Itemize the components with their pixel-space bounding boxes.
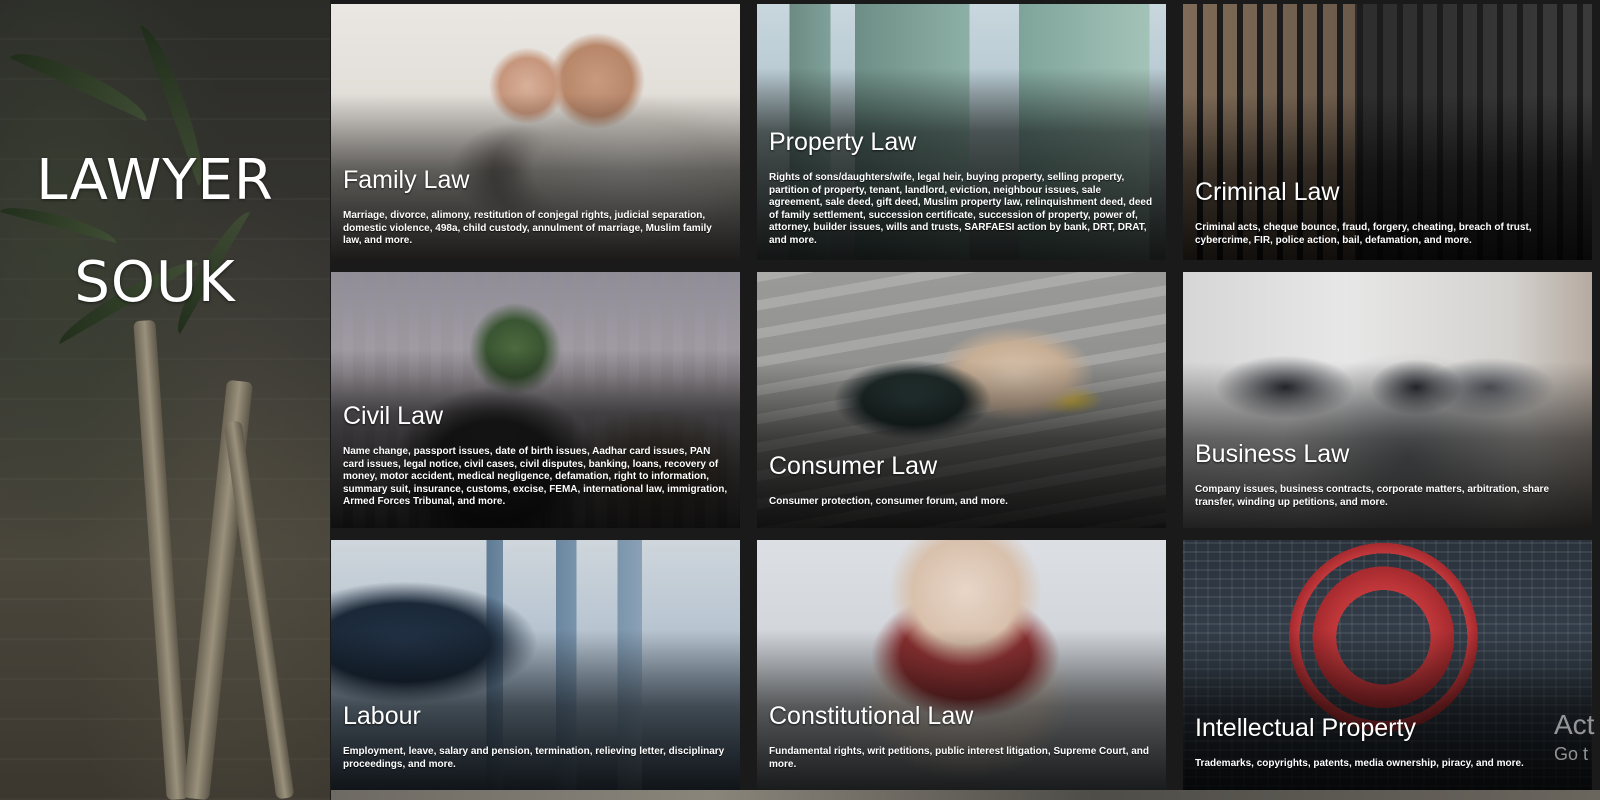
card-title: Intellectual Property: [1195, 714, 1416, 742]
plant-leaf: [10, 41, 154, 122]
card-description: Company issues, business contracts, corp…: [1195, 484, 1550, 508]
card-title: Family Law: [343, 166, 470, 194]
card-consumer-law[interactable]: Consumer Law Consumer protection, consum…: [757, 272, 1166, 528]
brand-panel: LAWYER SOUK: [0, 0, 330, 800]
card-description: Employment, leave, salary and pension, t…: [343, 746, 725, 770]
brand-title-line1: LAWYER: [36, 148, 274, 213]
card-description: Marriage, divorce, alimony, restitution …: [343, 210, 712, 246]
card-description: Criminal acts, cheque bounce, fraud, for…: [1195, 222, 1532, 246]
next-row-strip: [331, 790, 1600, 800]
card-labour[interactable]: Labour Employment, leave, salary and pen…: [331, 540, 740, 796]
plant-trunk: [223, 420, 295, 800]
card-description: Name change, passport issues, date of bi…: [343, 446, 728, 507]
card-title: Business Law: [1195, 440, 1350, 468]
practice-area-grid: Family Law Marriage, divorce, alimony, r…: [331, 4, 1600, 796]
card-title: Labour: [343, 702, 421, 730]
watermark-line2: Go t: [1554, 744, 1589, 764]
card-title: Consumer Law: [769, 452, 938, 480]
brand-title-line2: SOUK: [74, 250, 236, 315]
card-constitutional-law[interactable]: Constitutional Law Fundamental rights, w…: [757, 540, 1166, 796]
card-title: Civil Law: [343, 402, 444, 430]
card-description: Consumer protection, consumer forum, and…: [769, 496, 1008, 507]
card-title: Criminal Law: [1195, 178, 1340, 206]
card-business-law[interactable]: Business Law Company issues, business co…: [1183, 272, 1592, 528]
card-description: Fundamental rights, writ petitions, publ…: [769, 746, 1150, 770]
card-title: Constitutional Law: [769, 702, 974, 730]
card-property-law[interactable]: Property Law Rights of sons/daughters/wi…: [757, 4, 1166, 260]
card-description: Rights of sons/daughters/wife, legal hei…: [769, 172, 1153, 246]
watermark-line1: Act: [1554, 709, 1595, 740]
card-intellectual-property[interactable]: Intellectual Property Trademarks, copyri…: [1183, 540, 1592, 796]
card-criminal-law[interactable]: Criminal Law Criminal acts, cheque bounc…: [1183, 4, 1592, 260]
card-description: Trademarks, copyrights, patents, media o…: [1195, 758, 1524, 769]
page: LAWYER SOUK Family Law Marriage, divorce…: [0, 0, 1600, 800]
card-title: Property Law: [769, 128, 917, 156]
card-family-law[interactable]: Family Law Marriage, divorce, alimony, r…: [331, 4, 740, 260]
card-civil-law[interactable]: Civil Law Name change, passport issues, …: [331, 272, 740, 528]
windows-activation-watermark: Act Go t: [1554, 708, 1594, 766]
plant-trunk: [133, 319, 189, 800]
